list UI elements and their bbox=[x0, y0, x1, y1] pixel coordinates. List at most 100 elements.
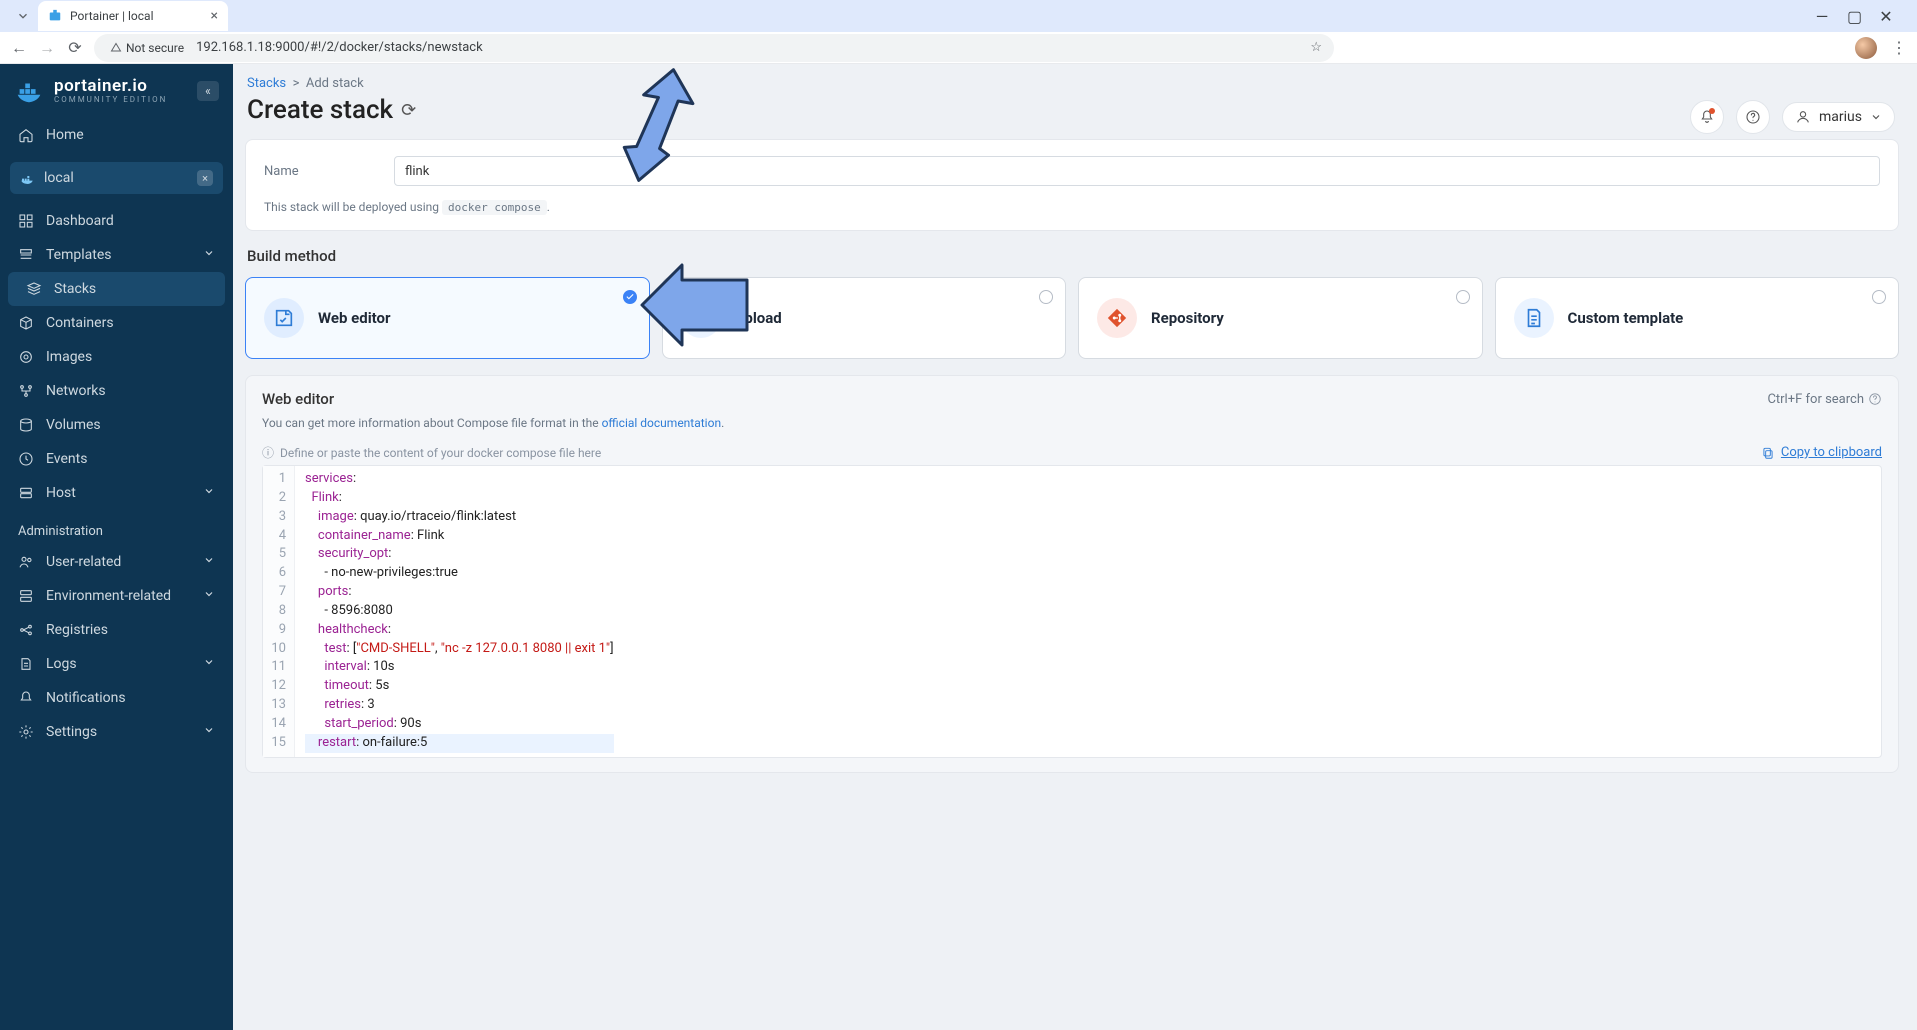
sidebar-item-label: User-related bbox=[46, 554, 121, 570]
logs-icon bbox=[18, 656, 34, 672]
nav-forward-icon[interactable]: → bbox=[38, 38, 56, 58]
window-minimize-icon[interactable]: — bbox=[1815, 7, 1829, 26]
sidebar-item-networks[interactable]: Networks bbox=[0, 374, 233, 408]
method-card-custom-template[interactable]: Custom template bbox=[1495, 277, 1900, 359]
radio-icon bbox=[1039, 290, 1053, 304]
sidebar-item-user-related[interactable]: User-related bbox=[0, 545, 233, 579]
profile-avatar-icon[interactable] bbox=[1855, 37, 1877, 59]
bookmark-star-icon[interactable]: ☆ bbox=[1310, 40, 1322, 55]
favicon-icon bbox=[48, 9, 62, 23]
sidebar-item-label: Stacks bbox=[54, 281, 96, 297]
sidebar-item-label: Networks bbox=[46, 383, 106, 399]
environment-badge[interactable]: local × bbox=[10, 162, 223, 194]
editor-title: Web editor bbox=[262, 390, 334, 408]
method-card-repository[interactable]: Repository bbox=[1078, 277, 1483, 359]
compose-editor[interactable]: 123456789101112131415 services: Flink: i… bbox=[262, 465, 1882, 758]
chevron-down-icon bbox=[203, 588, 215, 604]
window-close-icon[interactable]: ✕ bbox=[1879, 7, 1893, 26]
url-bar[interactable]: Not secure 192.168.1.18:9000/#!/2/docker… bbox=[94, 34, 1334, 62]
editor-placeholder-hint: Define or paste the content of your dock… bbox=[280, 446, 601, 460]
radio-icon bbox=[1872, 290, 1886, 304]
containers-icon bbox=[18, 315, 34, 331]
sidebar-item-home[interactable]: Home bbox=[0, 118, 233, 152]
breadcrumb: Stacks > Add stack bbox=[247, 76, 1899, 91]
sidebar-item-label: Home bbox=[46, 127, 84, 143]
sidebar-item-logs[interactable]: Logs bbox=[0, 647, 233, 681]
notifications-button[interactable] bbox=[1690, 100, 1724, 134]
sidebar-item-environment-related[interactable]: Environment-related bbox=[0, 579, 233, 613]
security-indicator[interactable]: Not secure bbox=[106, 40, 188, 56]
method-label: Upload bbox=[735, 309, 782, 327]
sidebar-item-label: Logs bbox=[46, 656, 77, 672]
build-method-heading: Build method bbox=[247, 247, 1897, 265]
logo-text: portainer.io bbox=[54, 78, 167, 95]
sidebar-item-label: Registries bbox=[46, 622, 108, 638]
reload-icon[interactable]: ⟳ bbox=[66, 38, 84, 57]
breadcrumb-root[interactable]: Stacks bbox=[247, 76, 286, 91]
docs-link[interactable]: official documentation bbox=[602, 416, 722, 430]
method-card-web-editor[interactable]: Web editor bbox=[245, 277, 650, 359]
nav-back-icon[interactable]: ← bbox=[10, 38, 28, 58]
url-text: 192.168.1.18:9000/#!/2/docker/stacks/new… bbox=[196, 40, 483, 55]
chevron-down-icon bbox=[203, 247, 215, 263]
help-button[interactable] bbox=[1736, 100, 1770, 134]
chevron-down-icon bbox=[203, 724, 215, 740]
user-menu[interactable]: marius bbox=[1782, 102, 1895, 132]
security-label: Not secure bbox=[126, 41, 184, 55]
browser-menu-icon[interactable]: ⋮ bbox=[1891, 38, 1907, 57]
sidebar-item-dashboard[interactable]: Dashboard bbox=[0, 204, 233, 238]
environment-close-icon[interactable]: × bbox=[197, 170, 213, 186]
tabs-dropdown-icon[interactable] bbox=[14, 7, 32, 25]
docker-icon bbox=[20, 170, 36, 186]
sidebar-item-volumes[interactable]: Volumes bbox=[0, 408, 233, 442]
line-gutter: 123456789101112131415 bbox=[263, 466, 295, 757]
stack-name-input[interactable] bbox=[394, 156, 1880, 186]
method-card-upload[interactable]: Upload bbox=[662, 277, 1067, 359]
window-maximize-icon[interactable]: ▢ bbox=[1847, 7, 1861, 26]
chevron-down-icon bbox=[203, 485, 215, 501]
name-label: Name bbox=[264, 164, 314, 179]
dashboard-icon bbox=[18, 213, 34, 229]
environment-name: local bbox=[44, 170, 74, 186]
refresh-icon[interactable]: ⟳ bbox=[401, 100, 416, 121]
sidebar-item-templates[interactable]: Templates bbox=[0, 238, 233, 272]
sidebar-item-notifications[interactable]: Notifications bbox=[0, 681, 233, 715]
browser-tab[interactable]: Portainer | local × bbox=[38, 1, 228, 31]
sidebar-item-label: Host bbox=[46, 485, 76, 501]
method-label: Repository bbox=[1151, 309, 1224, 327]
chevron-down-icon bbox=[203, 554, 215, 570]
web-editor-icon bbox=[264, 298, 304, 338]
sidebar-item-containers[interactable]: Containers bbox=[0, 306, 233, 340]
tab-close-icon[interactable]: × bbox=[211, 8, 218, 24]
upload-icon bbox=[681, 298, 721, 338]
environment-related-icon bbox=[18, 588, 34, 604]
build-method-grid: Web editor Upload Repository Custom temp… bbox=[245, 277, 1899, 359]
home-icon bbox=[18, 127, 34, 143]
portainer-logo-icon bbox=[14, 76, 44, 106]
templates-icon bbox=[18, 247, 34, 263]
sidebar-item-label: Notifications bbox=[46, 690, 126, 706]
custom-template-icon bbox=[1514, 298, 1554, 338]
code-body[interactable]: services: Flink: image: quay.io/rtraceio… bbox=[295, 466, 624, 757]
copy-to-clipboard-button[interactable]: Copy to clipboard bbox=[1761, 445, 1882, 460]
notifications-icon bbox=[18, 690, 34, 706]
chevron-down-icon bbox=[1870, 111, 1882, 123]
sidebar: portainer.io COMMUNITY EDITION « Home lo… bbox=[0, 64, 233, 1030]
volumes-icon bbox=[18, 417, 34, 433]
settings-icon bbox=[18, 724, 34, 740]
info-icon: ⓘ bbox=[262, 444, 274, 461]
method-label: Web editor bbox=[318, 309, 391, 327]
method-label: Custom template bbox=[1568, 309, 1684, 327]
sidebar-item-events[interactable]: Events bbox=[0, 442, 233, 476]
window-controls: — ▢ ✕ bbox=[1815, 7, 1909, 26]
logo-edition: COMMUNITY EDITION bbox=[54, 95, 167, 104]
sidebar-item-registries[interactable]: Registries bbox=[0, 613, 233, 647]
sidebar-collapse-button[interactable]: « bbox=[197, 81, 219, 101]
chevron-down-icon bbox=[203, 656, 215, 672]
browser-chrome: Portainer | local × — ▢ ✕ ← → ⟳ Not secu… bbox=[0, 0, 1917, 64]
breadcrumb-sep: > bbox=[289, 76, 305, 91]
sidebar-item-settings[interactable]: Settings bbox=[0, 715, 233, 749]
sidebar-item-stacks[interactable]: Stacks bbox=[8, 272, 225, 306]
sidebar-item-images[interactable]: Images bbox=[0, 340, 233, 374]
sidebar-item-host[interactable]: Host bbox=[0, 476, 233, 510]
